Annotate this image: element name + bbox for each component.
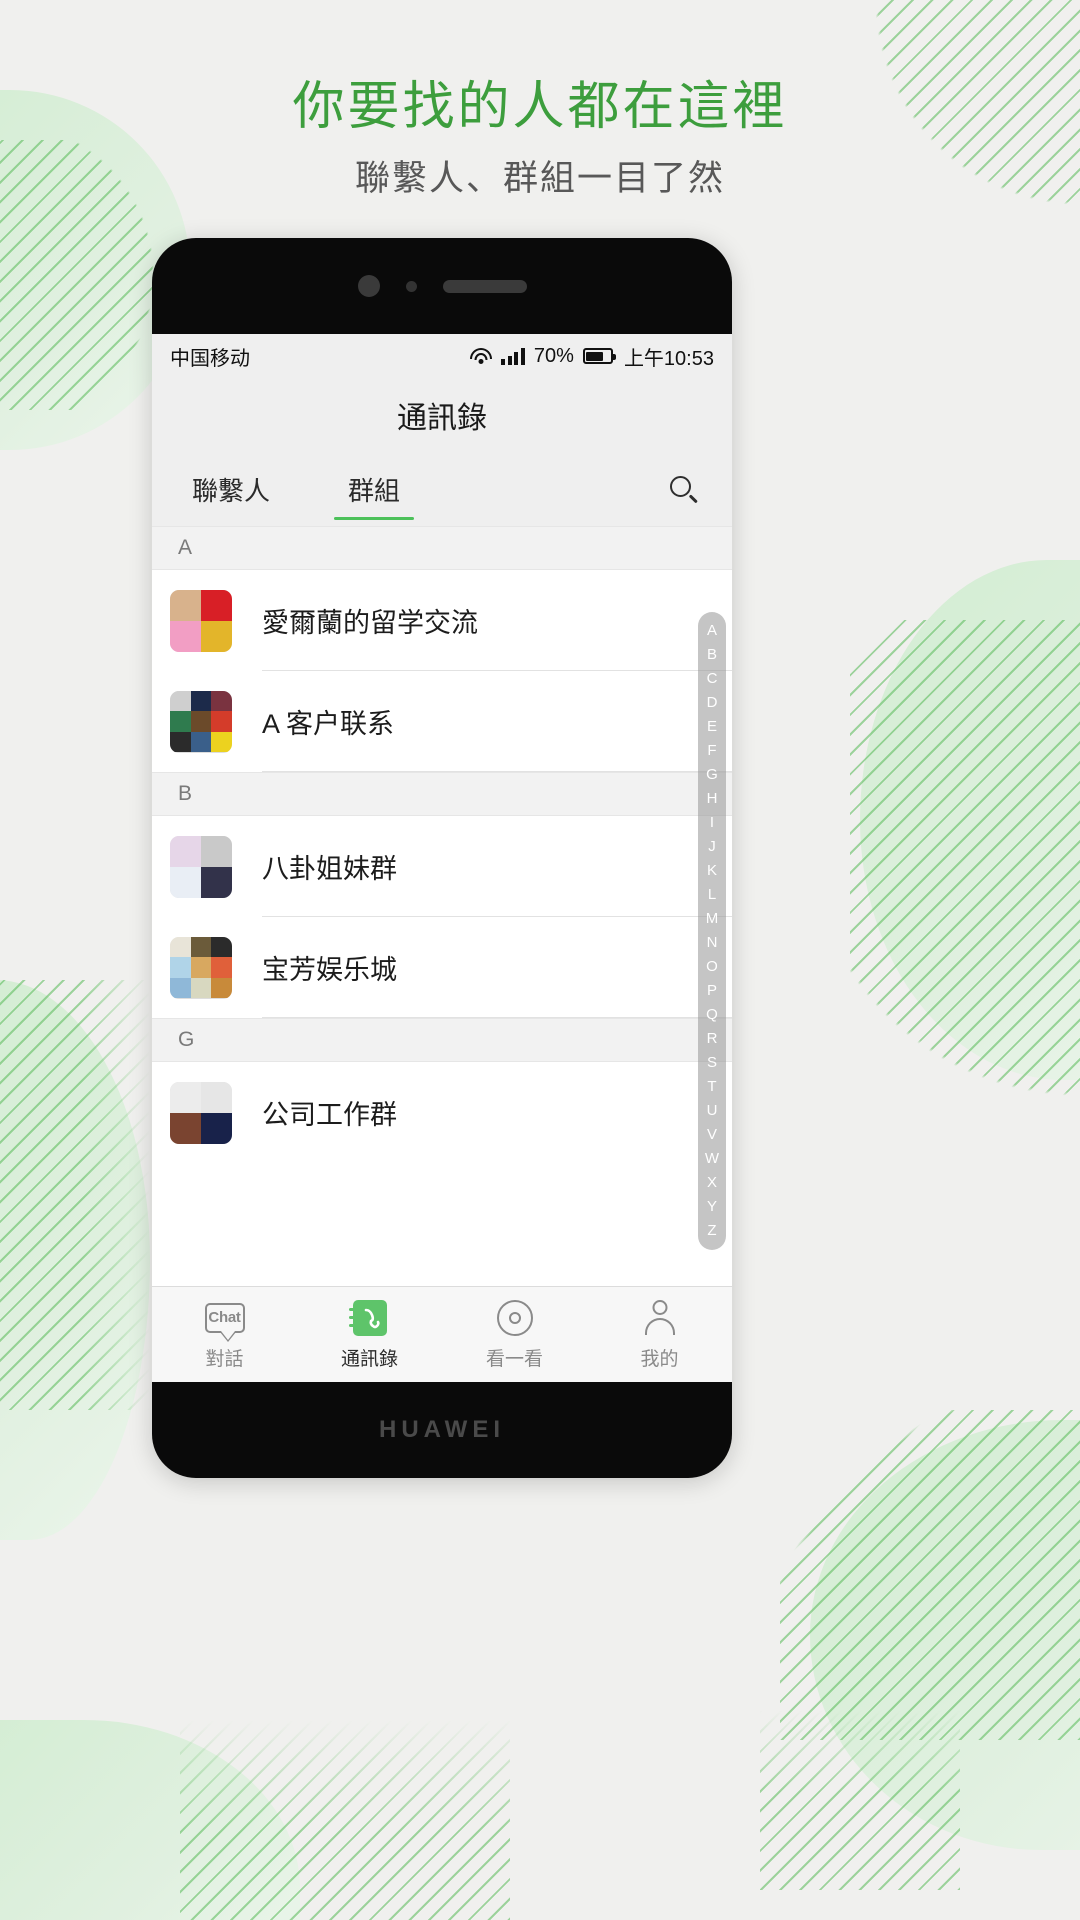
tab-contacts[interactable]: 聯繫人	[192, 452, 270, 526]
battery-icon	[582, 348, 616, 364]
nav-item-chat-label: 對話	[205, 1348, 244, 1370]
search-icon	[670, 476, 698, 503]
list-item[interactable]: A 客户联系	[152, 671, 732, 772]
phone-bottom-bezel: HUAWEI	[152, 1382, 732, 1478]
bg-hatch-pattern	[180, 1720, 510, 1920]
bottom-navigation-bar: Chat 對話 通訊錄 看一看 我的	[152, 1286, 732, 1382]
tab-groups[interactable]: 群組	[334, 452, 415, 526]
nav-item-discover-label: 看一看	[485, 1348, 543, 1370]
list-item-label: 愛爾蘭的留学交流	[262, 608, 478, 638]
alpha-index-letter[interactable]: E	[707, 715, 717, 739]
section-header: A	[152, 526, 732, 570]
list-item-label: 宝芳娱乐城	[262, 955, 397, 985]
nav-item-me-label: 我的	[640, 1348, 679, 1370]
list-item[interactable]: 八卦姐妹群	[152, 816, 732, 917]
cellular-signal-icon	[501, 347, 525, 365]
bg-hatch-pattern	[780, 1410, 1080, 1740]
alpha-index-letter[interactable]: F	[707, 739, 716, 763]
group-avatar	[170, 1081, 232, 1144]
huawei-brand-logo: HUAWEI	[379, 1416, 505, 1443]
tab-groups-label: 群組	[348, 475, 401, 506]
alpha-index-letter[interactable]: W	[705, 1147, 719, 1171]
chat-bubble-icon: Chat	[204, 1299, 245, 1342]
alpha-index-letter[interactable]: X	[707, 1171, 717, 1195]
person-icon	[643, 1299, 677, 1337]
alpha-index-letter[interactable]: U	[707, 1099, 718, 1123]
alpha-index-letter[interactable]: H	[707, 787, 718, 811]
wifi-icon	[470, 347, 493, 365]
list-item[interactable]: 公司工作群	[152, 1062, 732, 1163]
group-avatar	[170, 936, 232, 999]
alpha-index-letter[interactable]: Y	[707, 1195, 717, 1219]
nav-item-contacts[interactable]: 通訊錄	[297, 1287, 442, 1382]
section-header: B	[152, 772, 732, 816]
alphabet-index-scrubber[interactable]: A B C D E F G H I J K L M N O P Q R S T	[698, 612, 726, 1250]
alpha-index-letter[interactable]: C	[707, 667, 718, 691]
section-header: G	[152, 1018, 732, 1062]
bg-hatch-pattern	[760, 1710, 960, 1890]
alpha-index-letter[interactable]: B	[707, 643, 717, 667]
alpha-index-letter[interactable]: Z	[707, 1219, 716, 1243]
proximity-sensor-icon	[405, 280, 417, 292]
alpha-index-letter[interactable]: K	[707, 859, 717, 883]
battery-percent-label: 70%	[533, 344, 574, 367]
page-title: 通訊錄	[152, 378, 732, 452]
nav-item-discover[interactable]: 看一看	[442, 1287, 587, 1382]
status-bar-clock: 上午10:53	[623, 347, 714, 370]
list-item-label: A 客户联系	[262, 709, 395, 739]
phone-screen: 中国移动 70% 上午10:53 通訊錄 聯繫人 群組 A 愛爾蘭的留学交流 A…	[152, 334, 732, 1382]
nav-item-chat[interactable]: Chat 對話	[152, 1287, 297, 1382]
promo-headline: 你要找的人都在這裡	[292, 78, 788, 136]
carrier-label: 中国移动	[170, 347, 250, 370]
alpha-index-letter[interactable]: S	[707, 1051, 717, 1075]
nav-item-contacts-label: 通訊錄	[340, 1348, 398, 1370]
list-item[interactable]: 愛爾蘭的留学交流	[152, 570, 732, 671]
alpha-index-letter[interactable]: R	[707, 1027, 718, 1051]
status-bar-indicators: 70% 上午10:53	[470, 342, 714, 371]
alpha-index-letter[interactable]: O	[706, 955, 718, 979]
alpha-index-letter[interactable]: L	[708, 883, 716, 907]
search-button[interactable]	[660, 466, 706, 512]
promo-subheadline: 聯繫人、群組一目了然	[354, 159, 725, 198]
status-bar: 中国移动 70% 上午10:53	[152, 334, 732, 378]
list-item[interactable]: 宝芳娱乐城	[152, 917, 732, 1018]
alpha-index-letter[interactable]: T	[707, 1075, 716, 1099]
group-avatar	[170, 835, 232, 898]
alpha-index-letter[interactable]: V	[707, 1123, 717, 1147]
bg-hatch-pattern	[0, 980, 150, 1410]
bg-hatch-pattern	[850, 620, 1080, 1120]
group-avatar	[170, 589, 232, 652]
alpha-index-letter[interactable]: Q	[706, 1003, 718, 1027]
list-item-label: 公司工作群	[262, 1100, 397, 1130]
address-book-icon	[348, 1299, 387, 1337]
alpha-index-letter[interactable]: I	[710, 811, 714, 835]
nav-item-me[interactable]: 我的	[587, 1287, 732, 1382]
alpha-index-letter[interactable]: M	[706, 907, 719, 931]
eye-icon	[496, 1299, 533, 1337]
phone-mockup: 中国移动 70% 上午10:53 通訊錄 聯繫人 群組 A 愛爾蘭的留学交流 A…	[152, 238, 732, 1478]
tab-contacts-label: 聯繫人	[192, 475, 271, 506]
chat-icon-text: Chat	[208, 1309, 241, 1326]
earpiece-speaker	[442, 279, 527, 293]
phone-top-bezel	[152, 238, 732, 334]
alpha-index-letter[interactable]: G	[706, 763, 718, 787]
alpha-index-letter[interactable]: J	[708, 835, 716, 859]
group-list[interactable]: A 愛爾蘭的留学交流 A 客户联系 B 八卦姐妹群 宝芳娱乐城 G 公司工作群 …	[152, 526, 732, 1316]
alpha-index-letter[interactable]: N	[707, 931, 718, 955]
front-camera-icon	[357, 275, 380, 297]
tab-bar: 聯繫人 群組	[152, 452, 732, 526]
alpha-index-letter[interactable]: D	[707, 691, 718, 715]
alpha-index-letter[interactable]: P	[707, 979, 717, 1003]
alpha-index-letter[interactable]: A	[707, 619, 717, 643]
group-avatar	[170, 690, 232, 753]
list-item-label: 八卦姐妹群	[262, 854, 397, 884]
